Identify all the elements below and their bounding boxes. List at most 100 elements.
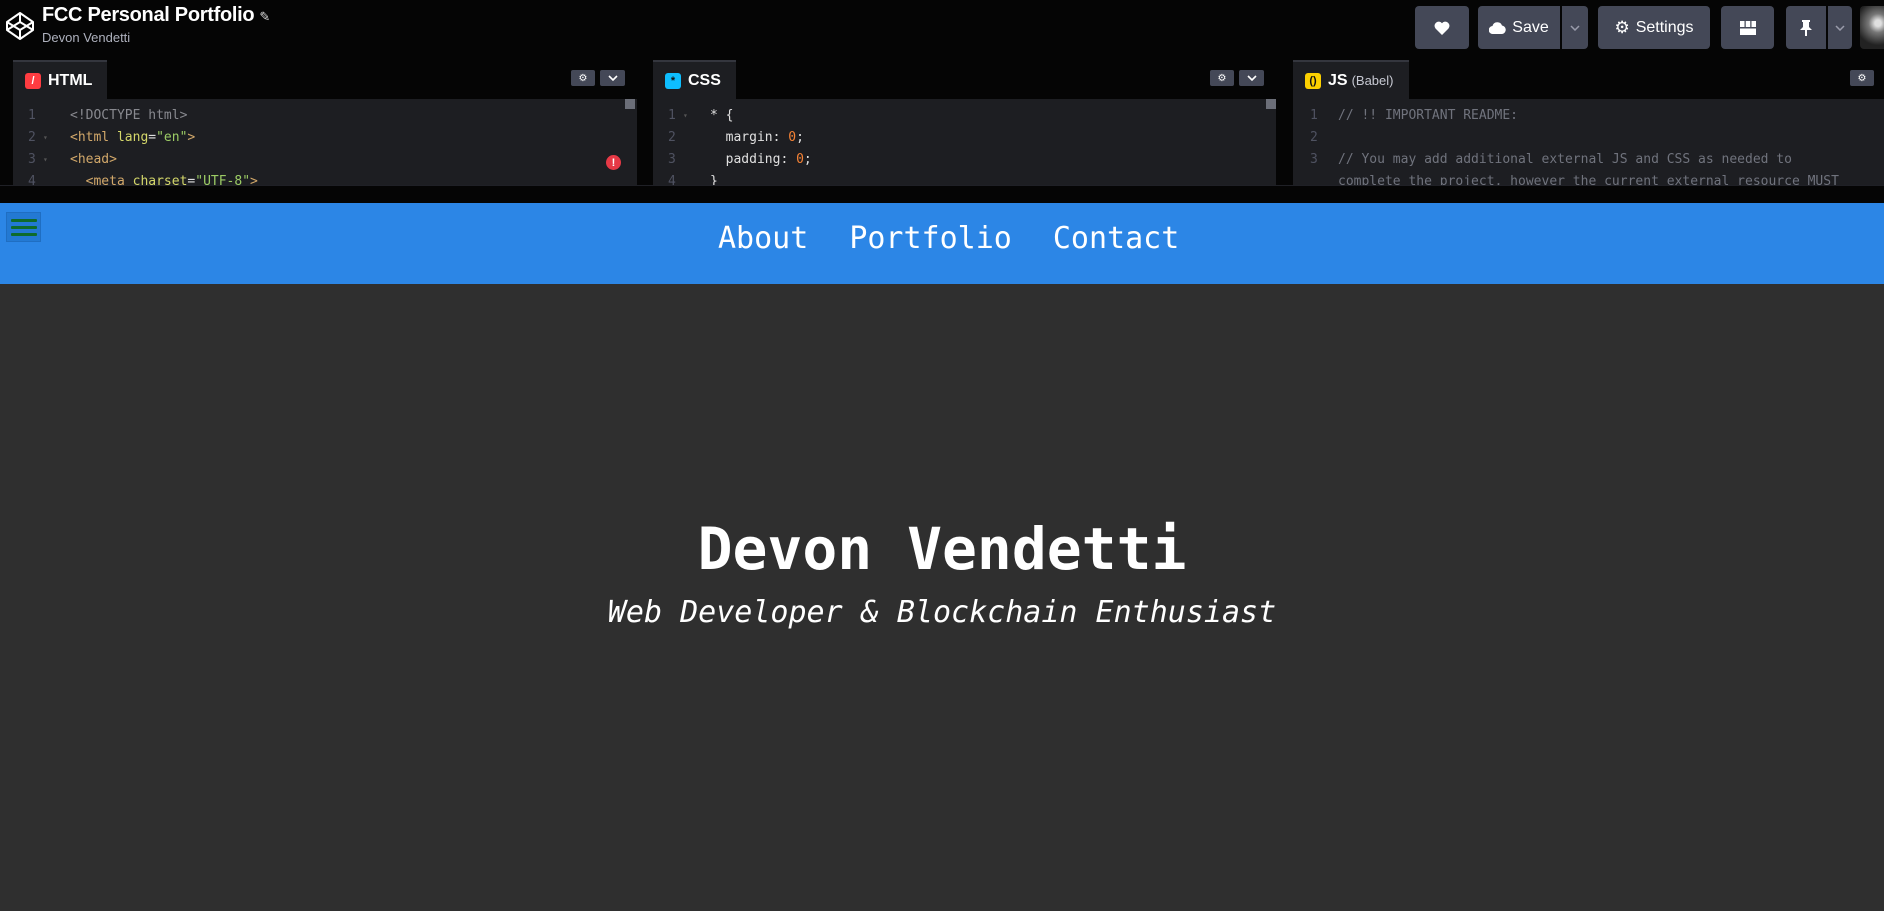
line-number: 4 xyxy=(28,174,36,185)
pencil-icon[interactable]: ✎ xyxy=(259,9,270,24)
html-icon: / xyxy=(25,72,41,89)
tab-js-label: JS xyxy=(1328,71,1348,89)
pen-title-text[interactable]: FCC Personal Portfolio xyxy=(42,4,255,26)
css-settings-button[interactable]: ⚙ xyxy=(1210,70,1234,86)
code-line[interactable]: 3 <head> xyxy=(13,149,637,171)
line-number: 2 xyxy=(1310,130,1318,145)
code-line[interactable]: complete the project, however the curren… xyxy=(1293,171,1884,185)
css-collapse-button[interactable] xyxy=(1239,70,1264,86)
preview-pane: About Portfolio Contact Devon Vendetti W… xyxy=(0,203,1884,911)
settings-button[interactable]: ⚙ Settings xyxy=(1598,6,1710,49)
css-icon: * xyxy=(665,72,681,89)
scrollbar-thumb[interactable] xyxy=(625,99,635,109)
save-label: Save xyxy=(1512,18,1549,36)
css-code[interactable]: 1* {2 margin: 0;3 padding: 0;4} xyxy=(653,99,1276,185)
pen-title[interactable]: FCC Personal Portfolio ✎ xyxy=(42,4,270,27)
js-code[interactable]: 1 // !! IMPORTANT README: 2 3 // You may add… xyxy=(1293,99,1884,185)
change-view-button[interactable] xyxy=(1721,6,1774,49)
settings-label: Settings xyxy=(1635,18,1694,36)
top-bar: FCC Personal Portfolio ✎ Devon Vendetti S… xyxy=(0,0,1884,59)
html-collapse-button[interactable] xyxy=(600,70,625,86)
js-editor-panel: () JS (Babel) ⚙ 1 // !! IMPORTANT README:… xyxy=(1293,59,1884,185)
tab-js-sublabel: (Babel) xyxy=(1351,73,1394,88)
pin-dropdown-button[interactable] xyxy=(1828,6,1852,49)
gear-icon: ⚙ xyxy=(1217,72,1227,84)
code-text: <html lang="en"> xyxy=(70,130,196,145)
gear-icon: ⚙ xyxy=(578,72,588,84)
error-icon[interactable]: ! xyxy=(606,155,621,170)
save-button[interactable]: Save xyxy=(1478,6,1560,49)
code-text: padding: 0; xyxy=(710,152,812,167)
tab-js[interactable]: () JS (Babel) xyxy=(1293,60,1409,99)
chevron-down-icon xyxy=(1246,75,1257,81)
code-line[interactable]: 3 padding: 0; xyxy=(653,149,1276,171)
code-text: <meta charset="UTF-8"> xyxy=(70,174,258,185)
editor-resize-bar[interactable] xyxy=(0,185,1884,203)
chevron-down-icon xyxy=(1835,24,1845,31)
js-editor-header: () JS (Babel) ⚙ xyxy=(1293,59,1884,99)
css-editor-header: * CSS ⚙ xyxy=(653,59,1276,99)
hero-name: Devon Vendetti xyxy=(697,515,1187,583)
nav-link-portfolio[interactable]: Portfolio xyxy=(849,221,1012,256)
code-line[interactable]: 1 * { xyxy=(653,105,1276,127)
tab-css[interactable]: * CSS xyxy=(653,60,736,99)
line-number: 1 xyxy=(28,108,36,123)
layout-grid-icon xyxy=(1739,20,1756,35)
site-navbar: About Portfolio Contact xyxy=(0,203,1884,284)
code-text: * { xyxy=(710,108,734,123)
love-button[interactable] xyxy=(1415,6,1469,49)
editor-area: / HTML ⚙ 1 <!DOCTYPE html> 2 <html lang="en… xyxy=(0,59,1884,185)
line-number: 1 xyxy=(1310,108,1318,123)
line-number: 2 xyxy=(668,130,676,145)
code-line[interactable]: 2 margin: 0; xyxy=(653,127,1276,149)
html-editor-header: / HTML ⚙ xyxy=(13,59,637,99)
pin-button[interactable] xyxy=(1786,6,1826,49)
scrollbar-thumb[interactable] xyxy=(1266,99,1276,109)
save-dropdown-button[interactable] xyxy=(1562,6,1588,49)
nav-link-about[interactable]: About xyxy=(718,221,808,256)
css-editor-panel: * CSS ⚙ 1* {2 margin: 0;3 padding: 0;4} xyxy=(653,59,1276,185)
html-editor-panel: / HTML ⚙ 1 <!DOCTYPE html> 2 <html lang="en… xyxy=(13,59,637,185)
nav-link-contact[interactable]: Contact xyxy=(1053,221,1179,256)
line-number: 3 xyxy=(1310,152,1318,167)
chevron-down-icon xyxy=(1570,24,1580,31)
code-text: // You may add additional external JS an… xyxy=(1338,152,1792,167)
line-number: 1 xyxy=(653,105,697,127)
code-text: margin: 0; xyxy=(710,130,804,145)
code-line[interactable]: 1 <!DOCTYPE html> xyxy=(13,105,637,127)
gear-icon: ⚙ xyxy=(1614,18,1630,37)
gear-icon: ⚙ xyxy=(1857,72,1867,84)
code-line[interactable]: 2 xyxy=(1293,127,1884,149)
code-text: complete the project, however the curren… xyxy=(1338,174,1839,185)
tab-html-label: HTML xyxy=(48,71,93,89)
code-line[interactable]: 1 // !! IMPORTANT README: xyxy=(1293,105,1884,127)
code-text: <!DOCTYPE html> xyxy=(70,108,188,123)
code-line[interactable]: 2 <html lang="en"> xyxy=(13,127,637,149)
hamburger-icon xyxy=(10,218,37,222)
pen-author[interactable]: Devon Vendetti xyxy=(42,30,130,45)
pin-icon xyxy=(1800,19,1812,36)
codepen-logo-icon[interactable] xyxy=(4,10,36,42)
html-code[interactable]: 1 <!DOCTYPE html> 2 <html lang="en"> 3 <head>… xyxy=(13,99,637,185)
js-settings-button[interactable]: ⚙ xyxy=(1850,70,1874,86)
menu-toggle-button[interactable] xyxy=(6,212,41,242)
code-text: // !! IMPORTANT README: xyxy=(1338,108,1519,123)
heart-icon xyxy=(1434,21,1450,35)
tab-css-label: CSS xyxy=(688,71,721,89)
line-number: 4 xyxy=(668,174,676,185)
line-number: 2 xyxy=(13,127,57,149)
js-icon: () xyxy=(1305,72,1321,89)
tab-html[interactable]: / HTML xyxy=(13,60,108,99)
code-line[interactable]: 4} xyxy=(653,171,1276,185)
line-number: 3 xyxy=(13,149,57,171)
hero-tagline: Web Developer & Blockchain Enthusiast xyxy=(607,595,1277,630)
code-text: } xyxy=(710,174,718,185)
html-settings-button[interactable]: ⚙ xyxy=(571,70,595,86)
nav-links: About Portfolio Contact xyxy=(718,221,1179,256)
user-avatar[interactable] xyxy=(1860,6,1884,49)
code-line[interactable]: 4 <meta charset="UTF-8"> xyxy=(13,171,637,185)
code-line[interactable]: 3 // You may add additional external JS a… xyxy=(1293,149,1884,171)
code-text: <head> xyxy=(70,152,117,167)
line-number: 3 xyxy=(668,152,676,167)
cloud-icon xyxy=(1489,21,1507,34)
